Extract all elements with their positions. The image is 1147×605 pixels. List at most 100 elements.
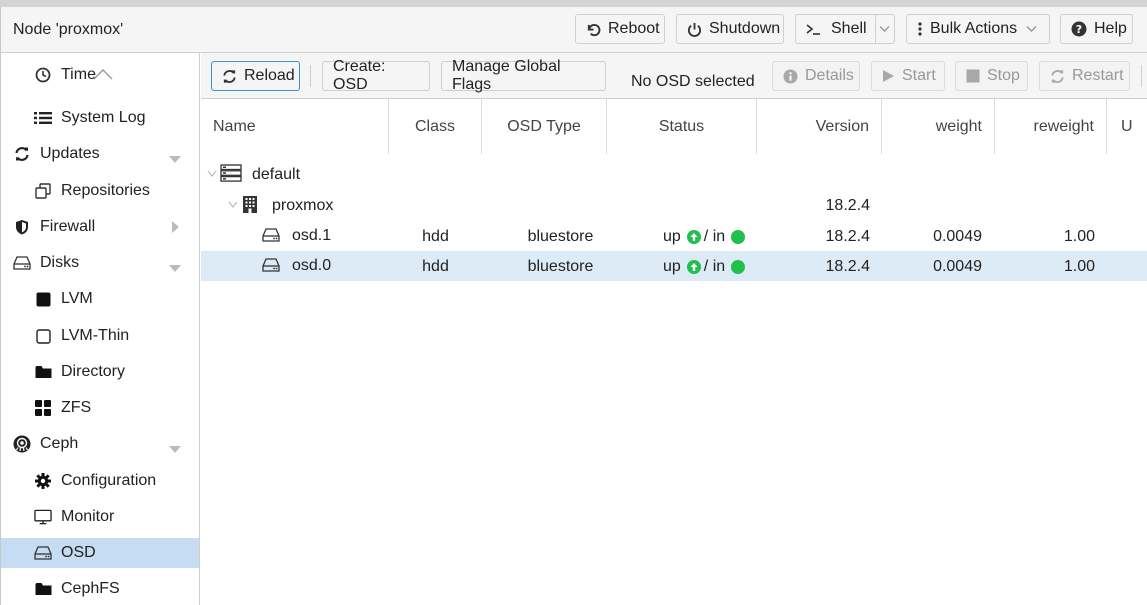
shutdown-label: Shutdown [709, 20, 781, 37]
column-header-u[interactable]: U [1107, 99, 1147, 154]
tree-row-default[interactable]: default [201, 160, 1147, 190]
details-button[interactable]: Details [772, 61, 860, 91]
shield-icon [13, 218, 31, 236]
square-filled-icon [34, 290, 52, 308]
column-header-weight[interactable]: weight [882, 99, 995, 154]
gear-icon [34, 472, 52, 490]
bulk-actions-label: Bulk Actions [930, 20, 1018, 37]
create-osd-button[interactable]: Create: OSD [322, 58, 430, 93]
arrow-up-circle-icon [686, 260, 701, 274]
start-button[interactable]: Start [871, 61, 945, 91]
shell-button[interactable]: Shell [795, 14, 895, 44]
status-circle-icon [731, 230, 746, 244]
column-header-osd-type[interactable]: OSD Type [482, 99, 607, 154]
sidebar-item-lvm[interactable]: LVM [1, 284, 199, 314]
folder-icon [34, 580, 52, 598]
sidebar-item-system-log[interactable]: System Log [1, 103, 199, 133]
restart-label: Restart [1072, 67, 1124, 84]
vertical-ellipsis-icon [917, 21, 923, 37]
stop-button[interactable]: Stop [955, 61, 1028, 91]
tree-row-osd-0[interactable]: osd.0 hdd bluestore up / in 18.2.4 0.004… [201, 251, 1147, 281]
node-sidebar[interactable]: Time System Log Updates Repositories Fir… [1, 53, 200, 605]
chevron-down-icon[interactable] [169, 440, 181, 458]
status-circle-icon [731, 260, 746, 274]
help-button[interactable]: ? Help [1060, 14, 1133, 44]
reload-button[interactable]: Reload [211, 61, 300, 91]
osd-tree-grid[interactable]: Name Class OSD Type Status Version weigh… [201, 99, 1147, 605]
sidebar-item-updates[interactable]: Updates [1, 139, 199, 169]
tree-row-proxmox[interactable]: proxmox 18.2.4 [201, 191, 1147, 221]
row-osd-type: bluestore [527, 258, 594, 275]
row-name: proxmox [272, 197, 334, 214]
chevron-down-icon[interactable] [169, 150, 181, 168]
column-header-class[interactable]: Class [389, 99, 482, 154]
sidebar-item-label: Firewall [40, 218, 96, 235]
sidebar-item-firewall[interactable]: Firewall [1, 212, 199, 242]
chevron-right-icon[interactable] [172, 220, 179, 238]
tree-row-osd-1[interactable]: osd.1 hdd bluestore up / in 18.2.4 0.004… [201, 221, 1147, 251]
chevron-up-icon[interactable] [93, 67, 113, 85]
hdd-icon [34, 544, 52, 562]
row-weight: 0.0049 [933, 258, 982, 275]
refresh-icon [222, 69, 237, 84]
list-icon [34, 109, 52, 127]
question-circle-icon: ? [1071, 21, 1087, 37]
column-header-status[interactable]: Status [607, 99, 757, 154]
sidebar-item-label: Disks [40, 254, 80, 271]
row-status: up / in [663, 258, 746, 276]
app-frame: Node 'proxmox' Reboot Shutdown Shell Bul… [0, 7, 1147, 605]
sidebar-item-disks[interactable]: Disks [1, 248, 199, 278]
chevron-down-icon[interactable] [207, 170, 217, 178]
shutdown-button[interactable]: Shutdown [676, 14, 784, 44]
bulk-actions-button[interactable]: Bulk Actions [906, 14, 1050, 44]
sidebar-item-zfs[interactable]: ZFS [1, 393, 199, 423]
refresh-icon [1050, 69, 1065, 84]
row-version: 18.2.4 [825, 197, 870, 214]
restart-button[interactable]: Restart [1039, 61, 1130, 91]
row-status: up / in [663, 228, 746, 246]
chevron-down-icon[interactable] [879, 25, 890, 33]
row-name: osd.1 [292, 227, 332, 244]
sidebar-item-configuration[interactable]: Configuration [1, 466, 199, 496]
arrow-up-circle-icon [686, 230, 701, 244]
sidebar-item-ceph[interactable]: Ceph [1, 429, 199, 459]
folder-icon [34, 363, 52, 381]
sidebar-item-monitor[interactable]: Monitor [1, 502, 199, 532]
row-reweight: 1.00 [1063, 228, 1095, 245]
shell-label: Shell [831, 20, 867, 37]
sidebar-item-osd[interactable]: OSD [1, 538, 199, 568]
details-label: Details [805, 67, 854, 84]
clock-icon [34, 66, 52, 84]
column-header-reweight[interactable]: reweight [995, 99, 1107, 154]
sidebar-item-label: Configuration [61, 472, 157, 489]
column-header-version[interactable]: Version [757, 99, 882, 154]
stop-icon [966, 69, 980, 83]
square-outline-icon [34, 327, 52, 345]
grid-icon [34, 399, 52, 417]
chevron-down-icon[interactable] [169, 259, 181, 277]
manage-global-flags-button[interactable]: Manage Global Flags [441, 58, 606, 93]
sidebar-item-label: LVM [61, 290, 93, 307]
reload-label: Reload [244, 67, 295, 84]
sidebar-item-repositories[interactable]: Repositories [1, 176, 199, 206]
sidebar-item-cephfs[interactable]: CephFS [1, 574, 199, 604]
ceph-icon [13, 435, 31, 453]
reboot-button[interactable]: Reboot [575, 14, 665, 44]
terminal-icon [806, 22, 824, 36]
sidebar-item-label: Updates [40, 145, 100, 162]
sidebar-item-label: Time [61, 66, 96, 83]
row-version: 18.2.4 [825, 228, 870, 245]
sidebar-item-label: Directory [61, 363, 126, 380]
start-label: Start [902, 67, 936, 84]
selection-status-text: No OSD selected [631, 73, 755, 90]
node-header: Node 'proxmox' Reboot Shutdown Shell Bul… [1, 7, 1147, 53]
sidebar-item-lvm-thin[interactable]: LVM-Thin [1, 321, 199, 351]
sidebar-item-label: CephFS [61, 580, 120, 597]
column-header-name[interactable]: Name [201, 99, 389, 154]
manage-global-flags-label: Manage Global Flags [452, 58, 561, 93]
svg-text:?: ? [1076, 23, 1082, 36]
create-osd-label: Create: OSD [333, 58, 386, 93]
sidebar-item-directory[interactable]: Directory [1, 357, 199, 387]
node-title: Node 'proxmox' [13, 21, 124, 38]
chevron-down-icon[interactable] [228, 201, 238, 209]
